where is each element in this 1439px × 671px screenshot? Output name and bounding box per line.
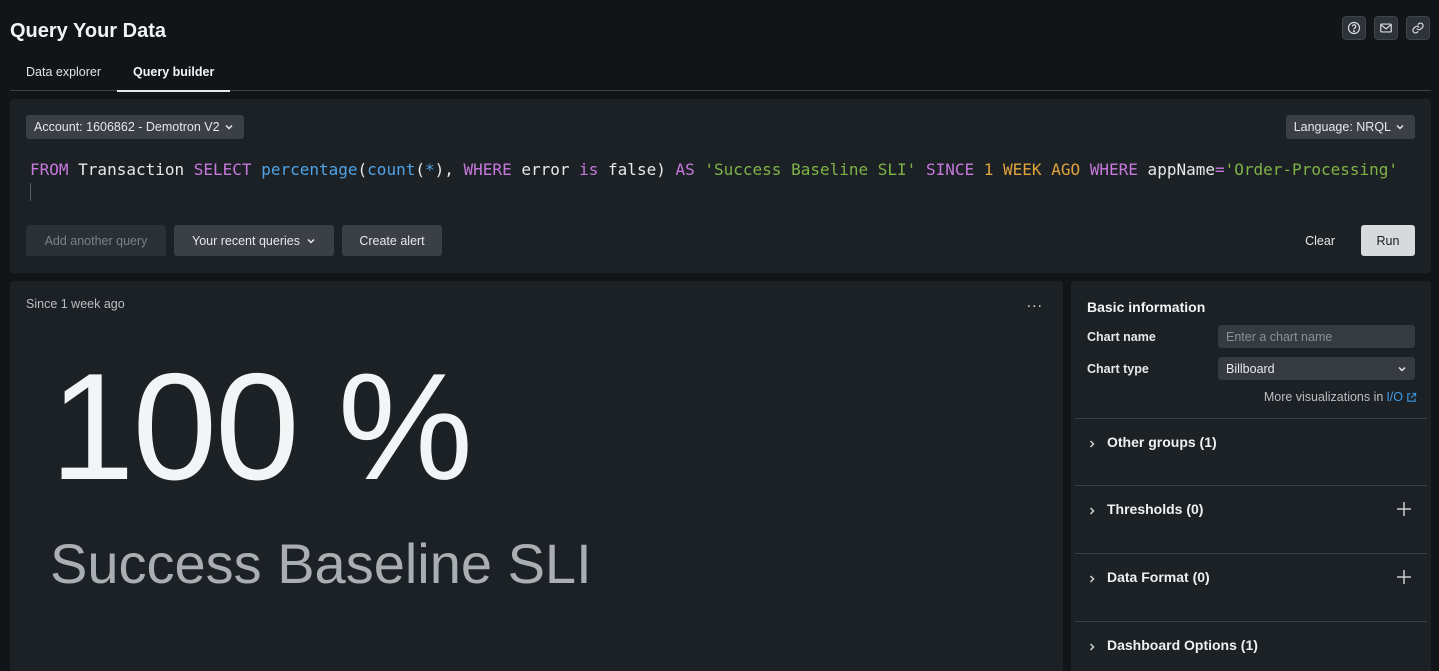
tab-query-builder[interactable]: Query builder — [117, 56, 231, 92]
chevron-right-icon — [1089, 440, 1095, 448]
section-title: Thresholds (0) — [1107, 501, 1204, 517]
query-line: FROM Transaction SELECT percentage(count… — [30, 160, 1399, 179]
chart-panel: Since 1 week ago ... 100 % Success Basel… — [10, 281, 1063, 671]
chevron-down-icon — [225, 124, 233, 130]
basic-information-title: Basic information — [1087, 299, 1206, 315]
create-alert-button[interactable]: Create alert — [342, 225, 442, 256]
section-title: Dashboard Options (1) — [1107, 637, 1258, 653]
account-selector[interactable]: Account: 1606862 - Demotron V2 — [26, 115, 244, 139]
page: Query Your Data Data explorer Query buil… — [0, 0, 1439, 671]
section-title: Data Format (0) — [1107, 569, 1210, 585]
language-label: Language: NRQL — [1293, 120, 1391, 134]
help-icon[interactable] — [1342, 16, 1366, 40]
plus-icon[interactable] — [1395, 568, 1413, 586]
chart-name-label: Chart name — [1087, 330, 1156, 344]
section-other-groups[interactable]: Other groups (1) — [1075, 418, 1427, 486]
chevron-right-icon — [1089, 643, 1095, 651]
chevron-right-icon — [1089, 507, 1095, 515]
query-panel: Account: 1606862 - Demotron V2 Language:… — [10, 99, 1431, 273]
section-dashboard-options[interactable]: Dashboard Options (1) — [1075, 621, 1427, 671]
text-cursor — [30, 183, 31, 201]
clear-button[interactable]: Clear — [1289, 225, 1351, 256]
chart-type-select[interactable]: Billboard — [1218, 357, 1415, 380]
section-thresholds[interactable]: Thresholds (0) — [1075, 485, 1427, 553]
billboard-label: Success Baseline SLI — [50, 532, 592, 595]
tab-data-explorer[interactable]: Data explorer — [10, 56, 117, 91]
plus-icon[interactable] — [1395, 500, 1413, 518]
time-range-label: Since 1 week ago — [26, 297, 125, 311]
more-options-icon[interactable]: ... — [1027, 295, 1043, 311]
add-query-button[interactable]: Add another query — [26, 225, 166, 256]
recent-queries-button[interactable]: Your recent queries — [174, 225, 334, 256]
chevron-down-icon — [1396, 124, 1404, 130]
chevron-down-icon — [1398, 366, 1406, 372]
recent-queries-label: Your recent queries — [192, 233, 300, 248]
run-button[interactable]: Run — [1361, 225, 1415, 256]
billboard-value: 100 % — [50, 342, 473, 512]
more-visualizations: More visualizations in I/O — [1264, 390, 1417, 404]
account-label: Account: 1606862 - Demotron V2 — [34, 120, 220, 134]
page-title: Query Your Data — [10, 20, 166, 42]
chart-type-label: Chart type — [1087, 362, 1149, 376]
io-link[interactable]: I/O — [1386, 390, 1403, 404]
mail-icon[interactable] — [1374, 16, 1398, 40]
tab-bar: Data explorer Query builder — [10, 56, 1431, 92]
link-icon[interactable] — [1406, 16, 1430, 40]
section-title: Other groups (1) — [1107, 434, 1217, 450]
chart-settings-panel: Basic information Chart name Chart type … — [1071, 281, 1431, 671]
section-data-format[interactable]: Data Format (0) — [1075, 553, 1427, 621]
chevron-right-icon — [1089, 575, 1095, 583]
nrql-query-editor[interactable]: FROM Transaction SELECT percentage(count… — [30, 159, 1411, 207]
chart-type-value: Billboard — [1226, 361, 1275, 376]
header-actions — [1342, 16, 1430, 40]
language-selector[interactable]: Language: NRQL — [1285, 115, 1415, 139]
query-line-2 — [30, 181, 1411, 207]
external-link-icon[interactable] — [1406, 392, 1417, 403]
chart-name-input[interactable] — [1218, 325, 1415, 348]
chevron-down-icon — [307, 238, 315, 244]
more-viz-text: More visualizations in — [1263, 390, 1384, 404]
